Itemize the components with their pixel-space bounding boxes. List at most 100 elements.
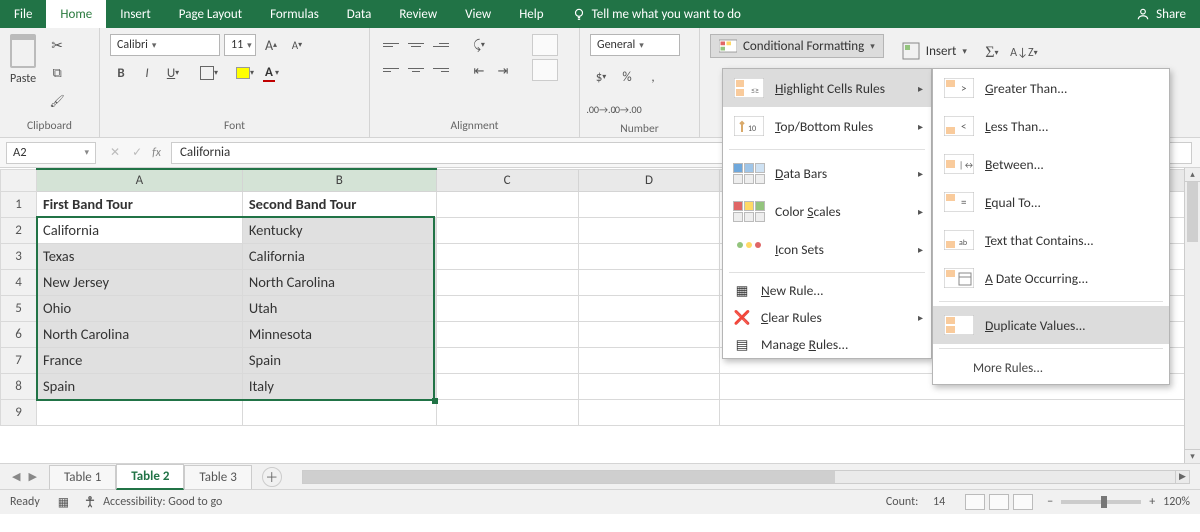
menu-formulas[interactable]: Formulas (256, 0, 333, 28)
cell[interactable] (436, 347, 578, 373)
cancel-formula-button[interactable]: ✕ (110, 145, 120, 160)
comma-button[interactable]: , (642, 66, 664, 88)
menu-page-layout[interactable]: Page Layout (165, 0, 256, 28)
scroll-down-icon[interactable]: ▾ (1185, 449, 1200, 463)
cell[interactable] (578, 373, 720, 399)
cell[interactable] (242, 399, 436, 425)
cell[interactable] (578, 347, 720, 373)
sort-filter-button[interactable]: A↓Z▾ (1013, 42, 1035, 64)
increase-indent-button[interactable]: ⇥ (492, 60, 514, 82)
font-size-combo[interactable]: 11▾ (224, 34, 256, 56)
cell[interactable]: Utah (242, 295, 436, 321)
align-right-button[interactable] (430, 59, 452, 81)
percent-button[interactable]: % (616, 66, 638, 88)
cell[interactable] (578, 399, 720, 425)
zoom-level[interactable]: 120% (1163, 495, 1190, 509)
cell[interactable] (436, 217, 578, 243)
cell[interactable]: California (36, 217, 242, 243)
sheet-tab[interactable]: Table 3 (184, 465, 251, 489)
menu-view[interactable]: View (451, 0, 505, 28)
cell[interactable] (36, 399, 242, 425)
font-name-combo[interactable]: Calibri▾ (110, 34, 220, 56)
menu-help[interactable]: Help (505, 0, 557, 28)
cell[interactable] (436, 243, 578, 269)
cf-clear-rules[interactable]: ❌ Clear Rules ▸ (723, 304, 931, 331)
cf-new-rule[interactable]: ▦ New Rule... (723, 277, 931, 304)
cell[interactable]: Spain (242, 347, 436, 373)
cell[interactable]: North Carolina (242, 269, 436, 295)
borders-button[interactable]: ▾ (198, 62, 220, 84)
cell[interactable] (578, 243, 720, 269)
number-format-combo[interactable]: General▾ (590, 34, 680, 56)
cell[interactable]: Kentucky (242, 217, 436, 243)
conditional-formatting-button[interactable]: Conditional Formatting ▾ (710, 34, 884, 58)
hcr-duplicate-values[interactable]: Duplicate Values... (933, 306, 1169, 344)
merge-center-button[interactable] (532, 59, 558, 81)
cell[interactable] (578, 321, 720, 347)
cell[interactable]: France (36, 347, 242, 373)
cf-highlight-cells-rules[interactable]: ≤≥ Highlight Cells Rules ▸ (723, 69, 931, 107)
zoom-in-button[interactable]: + (1149, 495, 1155, 509)
format-painter-button[interactable] (46, 90, 68, 112)
sheet-tab[interactable]: Table 1 (49, 465, 116, 489)
row-header[interactable]: 6 (1, 321, 37, 347)
menu-data[interactable]: Data (333, 0, 386, 28)
cell[interactable] (578, 269, 720, 295)
scroll-right-icon[interactable]: ▶ (1175, 471, 1189, 483)
cell[interactable]: Second Band Tour (242, 191, 436, 217)
col-header-A[interactable]: A (36, 169, 242, 191)
menu-home[interactable]: Home (46, 0, 106, 28)
cf-color-scales[interactable]: Color Scales ▸ (723, 192, 931, 230)
accessibility-status[interactable]: Accessibility: Good to go (103, 495, 222, 509)
cell[interactable]: First Band Tour (36, 191, 242, 217)
hcr-text-contains[interactable]: ab Text that Contains... (933, 221, 1169, 259)
menu-review[interactable]: Review (385, 0, 451, 28)
font-color-button[interactable]: A▾ (260, 62, 282, 84)
name-box[interactable]: A2▾ (6, 142, 96, 164)
menu-insert[interactable]: Insert (106, 0, 165, 28)
align-center-button[interactable] (405, 59, 427, 81)
increase-font-button[interactable]: A▴ (260, 34, 282, 56)
row-header[interactable]: 7 (1, 347, 37, 373)
cf-icon-sets[interactable]: Icon Sets ▸ (723, 230, 931, 268)
paste-button[interactable]: Paste (10, 34, 36, 86)
italic-button[interactable]: I (136, 62, 158, 84)
cf-top-bottom-rules[interactable]: 10 Top/Bottom Rules ▸ (723, 107, 931, 145)
cell[interactable] (720, 399, 1200, 425)
cell[interactable] (578, 295, 720, 321)
cell[interactable] (436, 373, 578, 399)
scrollbar-thumb[interactable] (303, 471, 835, 483)
row-header[interactable]: 2 (1, 217, 37, 243)
tab-nav-prev[interactable]: ◀ (12, 470, 20, 483)
add-sheet-button[interactable]: ＋ (262, 467, 282, 487)
accept-formula-button[interactable]: ✓ (132, 145, 142, 160)
cell[interactable]: Italy (242, 373, 436, 399)
copy-button[interactable]: ⧉ (46, 62, 68, 84)
row-header[interactable]: 5 (1, 295, 37, 321)
share-button[interactable]: Share (1122, 0, 1200, 28)
view-page-layout-button[interactable] (989, 494, 1009, 510)
zoom-out-button[interactable]: − (1047, 495, 1053, 509)
hcr-less-than[interactable]: < Less Than... (933, 107, 1169, 145)
cell[interactable]: New Jersey (36, 269, 242, 295)
horizontal-scrollbar[interactable]: ◀ ▶ (302, 470, 1190, 484)
fill-handle[interactable] (432, 398, 438, 404)
record-macro-icon[interactable]: ▦ (58, 495, 69, 510)
sheet-tab[interactable]: Table 2 (116, 464, 184, 490)
cell[interactable] (436, 321, 578, 347)
zoom-slider[interactable] (1061, 500, 1141, 504)
cell[interactable]: Ohio (36, 295, 242, 321)
scroll-up-icon[interactable]: ▴ (1185, 168, 1200, 182)
decrease-decimal-button[interactable]: .0→.00 (616, 98, 638, 120)
cell[interactable] (436, 295, 578, 321)
insert-cells-button[interactable]: Insert ▾ (902, 42, 967, 60)
currency-button[interactable]: $▾ (590, 66, 612, 88)
row-header[interactable]: 8 (1, 373, 37, 399)
cell[interactable]: Minnesota (242, 321, 436, 347)
col-header-D[interactable]: D (578, 169, 720, 191)
cell[interactable]: North Carolina (36, 321, 242, 347)
align-top-button[interactable] (380, 34, 402, 56)
decrease-font-button[interactable]: A▾ (286, 34, 308, 56)
row-header[interactable]: 9 (1, 399, 37, 425)
underline-button[interactable]: U▾ (162, 62, 184, 84)
